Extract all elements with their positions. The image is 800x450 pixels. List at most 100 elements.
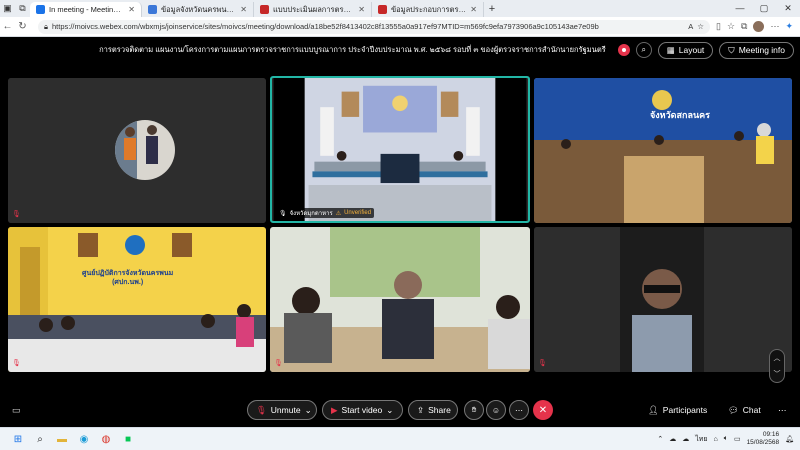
meeting-top-bar: การตรวจติดตาม แผนงาน/โครงการตามแผนการตรว… [0,37,800,63]
muted-mic-icon: 🎙︎ [274,360,283,367]
tab-label: แบบประเมินผลการตรวจราชการ รอบ 3 ศกคม [273,4,354,14]
video-tile-1[interactable]: 🎙︎ [8,78,266,223]
chevron-down-icon[interactable]: ⌄ [305,405,312,416]
chat-button[interactable]: 💬︎ Chat [728,405,761,416]
ops-center-name: ศูนย์ปฏิบัติการจังหวัดนครพนม [82,270,174,277]
close-icon: ✕ [538,404,548,416]
browser-tab-pdf[interactable]: ข้อมูลจังหวัดนครพนม.pdf ✕ [142,2,254,17]
read-aloud-icon[interactable]: A [688,22,693,31]
video-tile-6[interactable]: 🎙︎ [534,227,792,372]
muted-mic-icon: 🎙︎ [538,360,547,367]
warning-icon: ⚠ [335,210,342,217]
minimize-icon[interactable]: — [728,3,752,14]
unverified-badge: Unverified [344,210,372,216]
chevron-down-icon[interactable]: ⌄ [386,405,393,416]
line-app-icon[interactable]: ■ [118,429,138,449]
layout-label: Layout [678,45,705,55]
start-video-label: Start video [341,405,383,415]
chevron-up-icon[interactable]: ⌃ [657,435,663,443]
refresh-icon[interactable]: ↻ [15,21,30,32]
video-tile-5[interactable]: 🎙︎ [270,227,530,372]
video-tile-3[interactable]: จังหวัดสกลนคร [534,78,792,223]
chrome-browser-icon[interactable]: ◍ [96,429,116,449]
chevron-up-icon[interactable]: ︿ [774,353,781,363]
close-window-icon[interactable]: ✕ [776,3,800,14]
search-icon[interactable]: ⌕ [635,42,652,58]
raise-hand-button[interactable]: ✋︎ [464,400,484,420]
battery-icon[interactable]: ▭ [734,435,741,443]
volume-icon[interactable]: 🔈︎ [724,435,728,443]
participant-scroll-control[interactable]: ︿ ﹀ [769,349,785,383]
ops-center-banner: ศูนย์ปฏิบัติการจังหวัดนครพนม (ศปก.นพ.) [82,269,173,287]
url-field[interactable]: 🔒︎ https://moivcs.webex.com/wbxmjs/joins… [38,19,710,34]
close-icon[interactable]: ✕ [240,5,247,14]
new-tab-button[interactable]: + [484,3,500,15]
notifications-icon[interactable]: 🔔︎ [785,435,794,443]
address-bar: ← ↻ 🔒︎ https://moivcs.webex.com/wbxmjs/j… [0,17,800,37]
unmute-button[interactable]: 🎙︎ Unmute ⌄ [247,400,317,420]
search-icon[interactable]: ⌕ [30,429,50,449]
windows-start-icon[interactable]: ⊞ [8,429,28,449]
participant-name-bar: 🎙︎ จังหวัดมุกดาหาร ⚠ Unverified [276,208,375,218]
video-tile-4[interactable]: ศูนย์ปฏิบัติการจังหวัดนครพนม (ศปก.นพ.) 🎙… [8,227,266,372]
tab-actions-icon[interactable]: ▣ [0,0,15,17]
smiley-icon: ☺ [491,405,501,415]
muted-mic-icon: 🎙︎ [12,360,21,367]
meeting-title: การตรวจติดตาม แผนงาน/โครงการตามแผนการตรว… [99,45,606,54]
back-icon[interactable]: ← [0,21,15,32]
chevron-down-icon[interactable]: ﹀ [774,369,781,379]
edge-browser-icon[interactable]: ◉ [74,429,94,449]
webex-favicon-icon [36,5,45,14]
mic-icon: 🎙︎ [279,210,287,217]
profile-avatar[interactable] [753,21,765,32]
lock-icon: 🔒︎ [44,21,48,31]
single-participant-scene [534,227,792,372]
clock-date: 15/08/2568 [746,439,780,446]
more-icon[interactable]: ⋯ [778,405,787,416]
favorites-icon[interactable]: ☆ [727,21,735,32]
muted-mic-icon: 🎙︎ [12,211,21,218]
browser-tab-webex[interactable]: In meeting - Meeting - Webex ✕ [30,2,142,17]
participants-button[interactable]: 👤︎ Participants [648,405,707,416]
start-video-button[interactable]: ▶︎ Start video ⌄ [322,400,403,420]
person-icon: 👤︎ [648,404,659,415]
collections-icon[interactable]: ⧉ [741,21,747,32]
layout-button[interactable]: ▦ Layout [657,41,714,59]
split-screen-icon[interactable]: ▯ [716,21,721,32]
browser-tab-evaluation[interactable]: แบบประเมินผลการตรวจราชการ รอบ 3 ศกคม ✕ [254,2,372,17]
share-button[interactable]: ⇪ Share [408,400,458,420]
copilot-icon[interactable]: ✦ [785,21,793,32]
reactions-button[interactable]: ☺ [486,400,506,420]
tab-label: ข้อมูลจังหวัดนครพนม.pdf [161,4,237,14]
recording-icon[interactable] [617,44,630,56]
workspaces-icon[interactable]: ⧉ [15,0,30,17]
meeting-info-button[interactable]: ⛉ Meeting info [719,41,794,59]
captions-icon[interactable]: ▭ [12,405,21,416]
share-icon: ⇪ [417,404,425,415]
share-label: Share [428,405,451,415]
close-icon[interactable]: ✕ [128,5,135,14]
shield-icon: ⛉ [728,44,735,55]
hand-icon: ✋︎ [471,405,477,414]
network-icon[interactable]: ⌂ [714,436,718,443]
video-tile-2-active-speaker[interactable]: 🎙︎ จังหวัดมุกดาหาร ⚠ Unverified [270,76,530,223]
cloud-icon[interactable]: ☁ [669,435,676,443]
clock[interactable]: 09:16 15/08/2568 [747,431,780,447]
meeting-controls: ▭ 🎙︎ Unmute ⌄ ▶︎ Start video ⌄ ⇪ Share ✋… [0,393,800,427]
video-off-icon: ▶︎ [331,404,338,415]
room-banner-text: จังหวัดสกลนคร [650,110,710,120]
browser-tools: ▯ ☆ ⧉ ⋯ ✦ [716,21,793,32]
onedrive-icon[interactable]: ☁ [682,435,689,443]
close-icon[interactable]: ✕ [470,5,477,14]
file-explorer-icon[interactable]: ▬ [52,429,72,449]
favorite-star-icon[interactable]: ☆ [697,22,704,31]
maximize-icon[interactable]: ▢ [752,3,776,14]
close-icon[interactable]: ✕ [358,5,365,14]
more-options-button[interactable]: ⋯ [509,400,529,420]
leave-meeting-button[interactable]: ✕ [533,400,553,420]
layout-icon: ▦ [666,44,675,55]
input-language[interactable]: ไทย [695,434,707,445]
more-icon[interactable]: ⋯ [770,21,779,32]
browser-tab-inspection[interactable]: ข้อมูลประกอบการตรวจบูรณาการ มกรา ✕ [372,2,484,17]
tab-label: ข้อมูลประกอบการตรวจบูรณาการ มกรา [391,4,466,14]
